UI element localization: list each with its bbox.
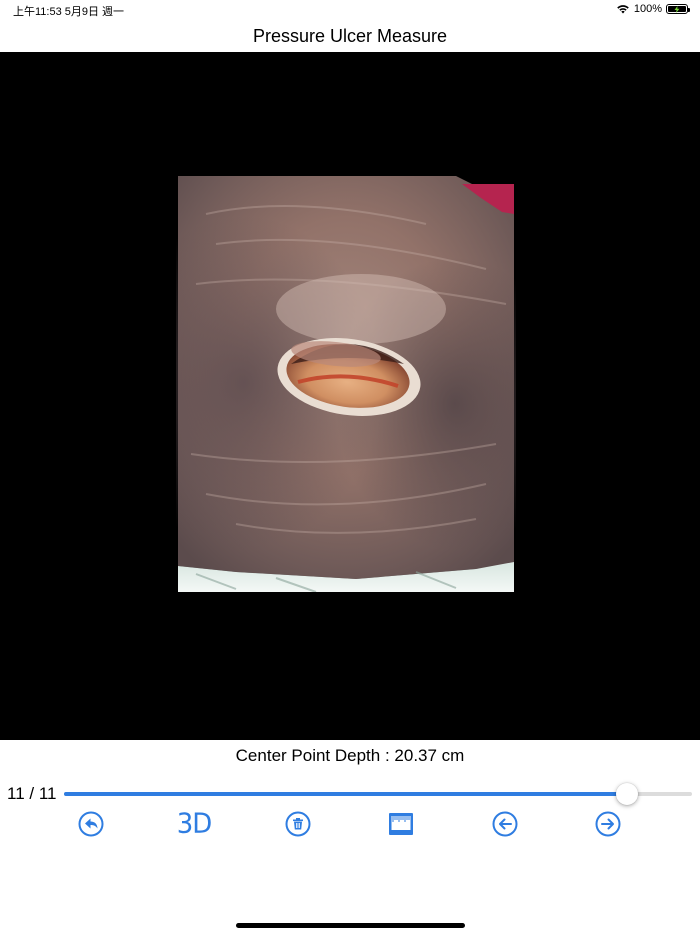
view-3d-label: 3D: [176, 808, 213, 840]
reply-arrow-icon: [78, 811, 104, 837]
back-button[interactable]: [71, 806, 111, 842]
home-indicator[interactable]: [236, 923, 465, 928]
bottom-toolbar: 3D: [0, 806, 700, 842]
arrow-right-circle-icon: [595, 811, 621, 837]
wound-photo: [176, 174, 516, 592]
battery-percent: 100%: [633, 3, 662, 15]
image-slider[interactable]: [64, 783, 692, 805]
status-indicators: 100%: [616, 3, 690, 15]
previous-image-button[interactable]: [485, 806, 525, 842]
arrow-left-circle-icon: [492, 811, 518, 837]
image-counter: 11 / 11: [7, 784, 57, 803]
center-point-depth-label: Center Point Depth : 20.37 cm: [235, 746, 465, 765]
wifi-icon: [616, 4, 630, 14]
trash-icon: [285, 811, 311, 837]
slider-fill: [64, 792, 627, 796]
page-title: Pressure Ulcer Measure: [252, 25, 448, 46]
ruler-icon: [388, 812, 414, 836]
measure-button[interactable]: [381, 806, 421, 842]
battery-icon: [666, 4, 690, 14]
next-image-button[interactable]: [588, 806, 628, 842]
status-bar: 上午11:53 5月9日 週一 100%: [0, 0, 700, 20]
delete-button[interactable]: [278, 806, 318, 842]
slider-thumb[interactable]: [616, 783, 638, 805]
view-3d-button[interactable]: 3D: [174, 806, 214, 842]
image-viewer[interactable]: [0, 52, 700, 740]
status-time-date: 上午11:53 5月9日 週一: [13, 6, 125, 18]
